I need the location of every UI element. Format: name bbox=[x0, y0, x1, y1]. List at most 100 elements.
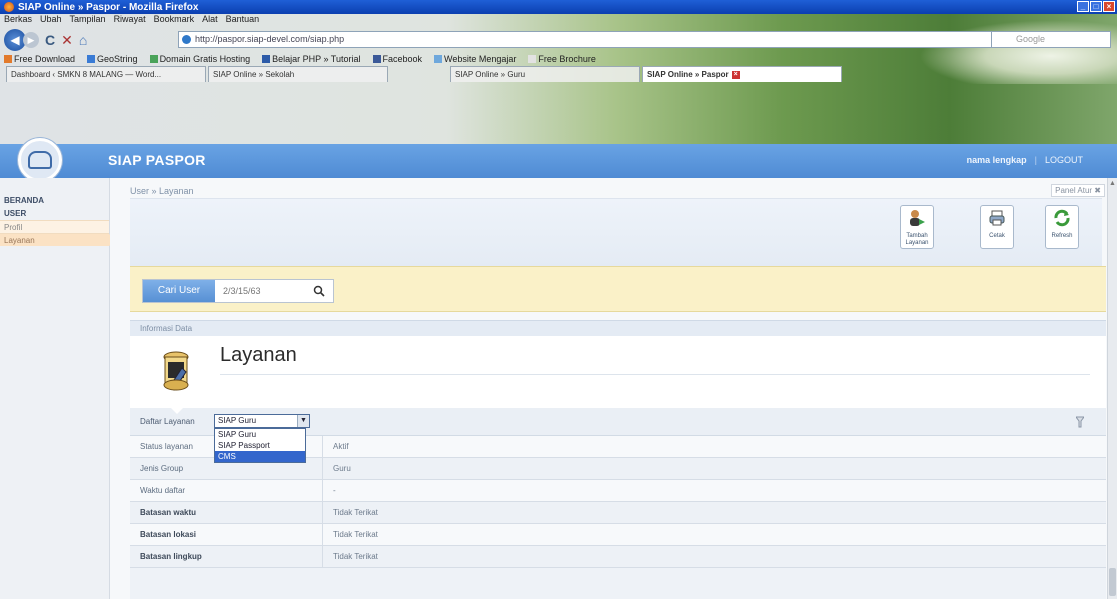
breadcrumb: User » Layanan bbox=[130, 186, 194, 196]
cetak-button[interactable]: Cetak bbox=[980, 205, 1014, 249]
bookmark-icon bbox=[262, 55, 271, 63]
row-value: Tidak Terikat bbox=[333, 530, 378, 539]
window-title: SIAP Online » Paspor - Mozilla Firefox bbox=[18, 1, 199, 13]
row-key: Batasan waktu bbox=[130, 502, 323, 523]
logout-link[interactable]: LOGOUT bbox=[1045, 155, 1083, 165]
tab-siap-guru[interactable]: SIAP Online » Guru bbox=[450, 66, 640, 82]
menu-tampilan[interactable]: Tampilan bbox=[70, 14, 106, 28]
bookmark-icon bbox=[87, 55, 96, 63]
maximize-button[interactable]: □ bbox=[1090, 1, 1102, 12]
toolbar: Tambah Layanan Cetak Refresh bbox=[130, 198, 1102, 268]
refresh-button[interactable]: Refresh bbox=[1045, 205, 1079, 249]
bookmark-item[interactable]: Free Brochure bbox=[528, 54, 596, 64]
page-scrollbar[interactable]: ▲ bbox=[1107, 178, 1117, 599]
dropdown-option-siap-guru[interactable]: SIAP Guru bbox=[215, 429, 305, 440]
close-window-button[interactable]: × bbox=[1103, 1, 1115, 12]
url-bar[interactable]: http://paspor.siap-devel.com/siap.php bbox=[178, 31, 1058, 48]
bookmark-item[interactable]: Domain Gratis Hosting bbox=[149, 54, 250, 64]
add-user-icon bbox=[910, 210, 925, 226]
bookmark-item[interactable]: Website Mengajar bbox=[434, 54, 516, 64]
menu-berkas[interactable]: Berkas bbox=[4, 14, 32, 28]
main-content: User » Layanan Panel Atur ✖ Tambah Layan… bbox=[110, 178, 1117, 599]
page-title-block: Layanan bbox=[130, 336, 1106, 408]
search-panel: Cari User bbox=[130, 266, 1106, 312]
app-root: SIAP PASPOR nama lengkap | LOGOUT BERAND… bbox=[0, 138, 1117, 599]
service-scroll-icon bbox=[163, 351, 189, 391]
siap-logo bbox=[18, 138, 62, 182]
bookmark-icon bbox=[434, 55, 443, 63]
menu-bookmark[interactable]: Bookmark bbox=[154, 14, 195, 28]
menu-bantuan[interactable]: Bantuan bbox=[226, 14, 260, 28]
cari-user-button[interactable]: Cari User bbox=[143, 280, 215, 302]
search-icon[interactable] bbox=[305, 280, 333, 302]
menu-ubah[interactable]: Ubah bbox=[40, 14, 62, 28]
title-divider bbox=[220, 374, 1090, 375]
layanan-dropdown-list: SIAP Guru SIAP Passport CMS bbox=[214, 428, 306, 463]
scroll-up-icon[interactable]: ▲ bbox=[1109, 180, 1116, 187]
dropdown-option-cms[interactable]: CMS bbox=[215, 451, 305, 462]
filter-icon[interactable] bbox=[1076, 416, 1084, 428]
window-titlebar: SIAP Online » Paspor - Mozilla Firefox _… bbox=[0, 0, 1117, 14]
sidebar: BERANDA USER Profil Layanan bbox=[0, 178, 117, 599]
refresh-icon bbox=[1054, 209, 1070, 227]
tambah-layanan-button[interactable]: Tambah Layanan bbox=[900, 205, 934, 249]
sidebar-item-layanan[interactable]: Layanan bbox=[0, 233, 117, 246]
row-value: - bbox=[333, 486, 336, 495]
tab-siap-paspor[interactable]: SIAP Online » Paspor × bbox=[642, 66, 842, 82]
row-key: Batasan lokasi bbox=[130, 524, 323, 545]
tab-strip: Dashboard ‹ SMKN 8 MALANG — Word... SIAP… bbox=[0, 66, 1117, 82]
forward-arrow-icon[interactable]: ▶ bbox=[23, 32, 39, 48]
browser-search-input[interactable]: Google bbox=[991, 31, 1111, 48]
bookmark-item[interactable]: Free Download bbox=[4, 54, 75, 64]
row-value: Tidak Terikat bbox=[333, 508, 378, 517]
bookmark-item[interactable]: GeoString bbox=[87, 54, 138, 64]
site-identity-icon bbox=[182, 35, 191, 44]
header-separator: | bbox=[1034, 155, 1037, 165]
search-group: Cari User bbox=[142, 279, 334, 303]
dropdown-option-siap-passport[interactable]: SIAP Passport bbox=[215, 440, 305, 451]
table-row: Batasan waktu Tidak Terikat bbox=[130, 502, 1106, 524]
app-header: SIAP PASPOR nama lengkap | LOGOUT bbox=[0, 138, 1117, 182]
table-row: Batasan lingkup Tidak Terikat bbox=[130, 546, 1106, 568]
row-value: Tidak Terikat bbox=[333, 552, 378, 561]
tab-dashboard[interactable]: Dashboard ‹ SMKN 8 MALANG — Word... bbox=[6, 66, 206, 82]
service-detail-table: Daftar Layanan SIAP Guru ▼ SIAP Guru SIA… bbox=[130, 408, 1106, 599]
row-key: Waktu daftar bbox=[130, 480, 323, 501]
info-data-header: Informasi Data bbox=[130, 320, 1106, 336]
reload-icon[interactable]: C bbox=[45, 32, 55, 48]
tab-siap-sekolah[interactable]: SIAP Online » Sekolah bbox=[208, 66, 388, 82]
row-key: Batasan lingkup bbox=[130, 546, 323, 567]
bookmark-icon bbox=[372, 55, 381, 63]
bookmarks-bar: Free Download GeoString Domain Gratis Ho… bbox=[0, 52, 596, 66]
page-title: Layanan bbox=[220, 344, 297, 366]
search-input[interactable] bbox=[215, 280, 305, 302]
sidebar-item-user[interactable]: USER bbox=[0, 207, 109, 220]
menu-alat[interactable]: Alat bbox=[202, 14, 218, 28]
bookmark-item[interactable]: Belajar PHP » Tutorial bbox=[262, 54, 361, 64]
menu-riwayat[interactable]: Riwayat bbox=[114, 14, 146, 28]
stop-icon[interactable]: ✕ bbox=[61, 32, 73, 49]
title-pointer bbox=[170, 407, 184, 414]
user-name-link[interactable]: nama lengkap bbox=[967, 155, 1027, 165]
table-row: Batasan lokasi Tidak Terikat bbox=[130, 524, 1106, 546]
bookmark-icon bbox=[4, 55, 12, 63]
sidebar-item-beranda[interactable]: BERANDA bbox=[0, 194, 109, 207]
daftar-layanan-label: Daftar Layanan bbox=[140, 417, 195, 426]
firefox-icon bbox=[4, 2, 14, 12]
menu-bar: Berkas Ubah Tampilan Riwayat Bookmark Al… bbox=[0, 14, 259, 28]
panel-atur-button[interactable]: Panel Atur ✖ bbox=[1051, 184, 1105, 197]
daftar-layanan-select[interactable]: SIAP Guru ▼ bbox=[214, 414, 310, 428]
scrollbar-thumb[interactable] bbox=[1109, 568, 1116, 596]
sidebar-item-profil[interactable]: Profil bbox=[0, 220, 109, 233]
printer-icon bbox=[989, 210, 1005, 226]
bookmark-icon bbox=[528, 55, 537, 63]
chevron-down-icon[interactable]: ▼ bbox=[297, 415, 309, 427]
close-tab-icon[interactable]: × bbox=[731, 70, 740, 79]
bookmark-icon bbox=[149, 55, 158, 63]
minimize-button[interactable]: _ bbox=[1077, 1, 1089, 12]
table-row: Waktu daftar - bbox=[130, 480, 1106, 502]
home-icon[interactable]: ⌂ bbox=[79, 32, 87, 48]
row-value: Guru bbox=[333, 464, 351, 473]
navigation-bar: ◀ ▶ C ✕ ⌂ http://paspor.siap-devel.com/s… bbox=[0, 28, 1117, 52]
bookmark-item[interactable]: Facebook bbox=[372, 54, 422, 64]
